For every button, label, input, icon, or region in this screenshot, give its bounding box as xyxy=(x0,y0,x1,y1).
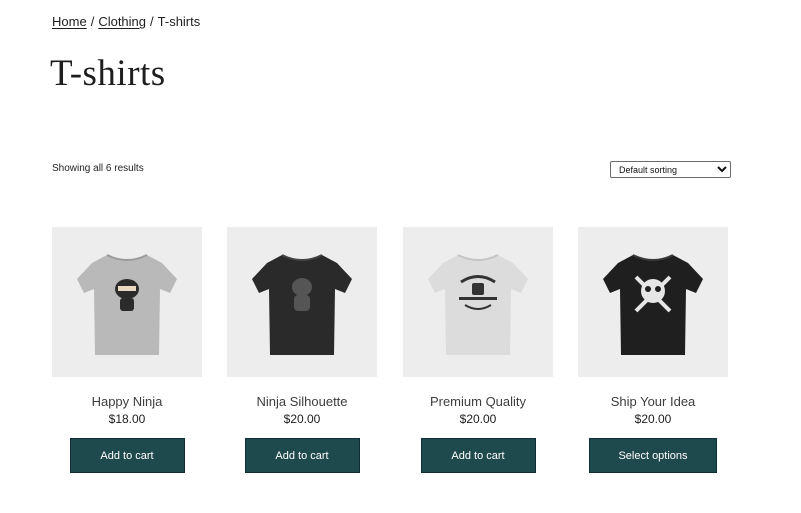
breadcrumb-separator: / xyxy=(90,14,95,29)
add-to-cart-button[interactable]: Add to cart xyxy=(244,438,360,473)
product-price: $20.00 xyxy=(634,412,672,426)
product-name[interactable]: Ninja Silhouette xyxy=(227,394,377,409)
add-to-cart-button[interactable]: Add to cart xyxy=(420,438,536,473)
add-to-cart-button[interactable]: Add to cart xyxy=(69,438,185,473)
product-name[interactable]: Happy Ninja xyxy=(52,394,202,409)
product-card: Ship Your Idea $20.00 Select options xyxy=(578,227,728,473)
product-price: $18.00 xyxy=(108,412,146,426)
page-title: T-shirts xyxy=(50,53,166,94)
product-image[interactable] xyxy=(52,227,202,377)
product-name[interactable]: Premium Quality xyxy=(403,394,553,409)
product-image[interactable] xyxy=(227,227,377,377)
breadcrumb-home-link[interactable]: Home xyxy=(52,14,87,29)
sort-select[interactable]: Default sorting xyxy=(610,161,731,178)
product-image[interactable] xyxy=(578,227,728,377)
product-card: Premium Quality $20.00 Add to cart xyxy=(403,227,553,473)
product-card: Ninja Silhouette $20.00 Add to cart xyxy=(227,227,377,473)
result-count: Showing all 6 results xyxy=(52,163,144,174)
product-price: $20.00 xyxy=(283,412,321,426)
select-options-button[interactable]: Select options xyxy=(589,438,717,473)
breadcrumb-clothing-link[interactable]: Clothing xyxy=(98,14,146,29)
breadcrumb-separator: / xyxy=(150,14,154,29)
product-card: Happy Ninja $18.00 Add to cart xyxy=(52,227,202,473)
product-image[interactable] xyxy=(403,227,553,377)
product-price: $20.00 xyxy=(459,412,497,426)
breadcrumb: Home / Clothing / T-shirts xyxy=(52,14,200,29)
breadcrumb-current: T-shirts xyxy=(157,14,201,29)
product-name[interactable]: Ship Your Idea xyxy=(578,394,728,409)
